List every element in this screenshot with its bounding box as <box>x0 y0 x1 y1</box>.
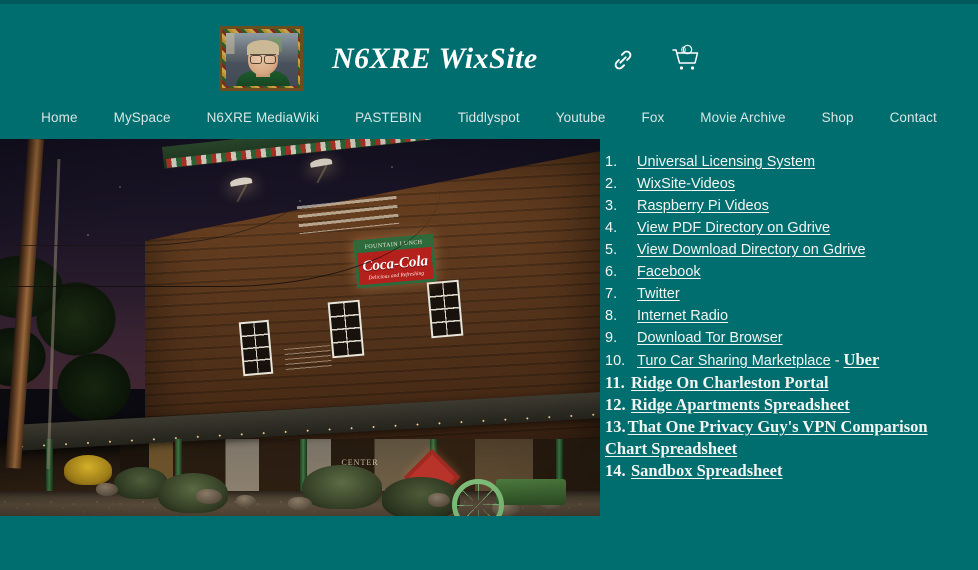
list-item: 12. Ridge Apartments Spreadsheet <box>605 394 965 416</box>
link-sandbox-spreadsheet[interactable]: Sandbox Spreadsheet <box>631 460 782 482</box>
main-content: FOUNTAIN LUNCH Coca-Cola Delicious and R… <box>0 139 978 517</box>
footer-band <box>0 517 978 570</box>
link-view-pdf-directory-on-gdrive[interactable]: View PDF Directory on Gdrive <box>637 217 830 239</box>
menu-board <box>284 345 332 371</box>
list-item-number: 5. <box>605 242 618 258</box>
link-separator: - <box>834 353 840 369</box>
list-item-number: 14. <box>605 461 626 480</box>
list-item: 1. Universal Licensing System <box>605 151 965 173</box>
rock <box>96 483 118 496</box>
site-header: N6XRE WixSite 0 <box>0 4 978 102</box>
wagon-body <box>496 479 566 505</box>
list-item: 9. Download Tor Browser <box>605 327 965 349</box>
list-item-number: 9. <box>605 330 618 346</box>
link-facebook[interactable]: Facebook <box>637 261 701 283</box>
list-item: 6. Facebook <box>605 261 965 283</box>
list-item: 8. Internet Radio <box>605 305 965 327</box>
avatar-hair <box>247 40 279 55</box>
list-item: 11. Ridge On Charleston Portal <box>605 372 965 394</box>
nav-item-shop[interactable]: Shop <box>804 103 872 133</box>
yellow-flowering-bush <box>64 455 112 485</box>
list-item: 10. Turo Car Sharing Marketplace - Uber <box>605 349 965 372</box>
list-item-number: 8. <box>605 308 618 324</box>
nav-item-myspace[interactable]: MySpace <box>96 103 189 133</box>
page-title: N6XRE WixSite <box>332 42 538 75</box>
nav-item-fox[interactable]: Fox <box>623 103 682 133</box>
list-item: 4. View PDF Directory on Gdrive <box>605 217 965 239</box>
list-item-number: 6. <box>605 264 618 280</box>
list-item-number: 7. <box>605 286 618 302</box>
link-ridge-apartments-spreadsheet[interactable]: Ridge Apartments Spreadsheet <box>631 394 850 416</box>
cart-count-badge: 0 <box>681 45 687 55</box>
link-raspberry-pi-videos[interactable]: Raspberry Pi Videos <box>637 195 769 217</box>
list-item-number: 2. <box>605 176 618 192</box>
nav-item-pastebin[interactable]: PASTEBIN <box>337 103 440 133</box>
nav-item-tiddlyspot[interactable]: Tiddlyspot <box>440 103 538 133</box>
list-item: 7. Twitter <box>605 283 965 305</box>
list-item-number: 11. <box>605 373 625 392</box>
list-item: 3. Raspberry Pi Videos <box>605 195 965 217</box>
nav-item-contact[interactable]: Contact <box>872 103 955 133</box>
nav-item-home[interactable]: Home <box>23 103 95 133</box>
list-item: 5. View Download Directory on Gdrive <box>605 239 965 261</box>
avatar-lens-right <box>264 55 276 64</box>
avatar <box>219 26 303 91</box>
avatar-photo <box>226 33 298 86</box>
nav-item-movie-archive[interactable]: Movie Archive <box>682 103 803 133</box>
page-root: N6XRE WixSite 0 Home MySpace N6XRE MediaWi… <box>0 0 978 570</box>
link-view-download-directory-on-gdrive[interactable]: View Download Directory on Gdrive <box>637 239 866 261</box>
nav-list: Home MySpace N6XRE MediaWiki PASTEBIN Tiddly… <box>23 103 955 133</box>
window <box>426 279 464 339</box>
link-twitter[interactable]: Twitter <box>637 283 680 305</box>
main-navigation: Home MySpace N6XRE MediaWiki PASTEBIN Tiddly… <box>0 103 978 133</box>
link-turo-car-sharing-marketplace[interactable]: Turo Car Sharing Marketplace <box>637 350 831 372</box>
link-internet-radio[interactable]: Internet Radio <box>637 305 728 327</box>
window <box>327 299 365 359</box>
list-item-number: 1. <box>605 154 618 170</box>
list-item: 2. WixSite-Videos <box>605 173 965 195</box>
list-item-number: 4. <box>605 220 618 236</box>
list-item: 13. That One Privacy Guy's VPN Comparison… <box>605 416 965 460</box>
list-item: 14. Sandbox Spreadsheet <box>605 460 965 482</box>
nav-item-youtube[interactable]: Youtube <box>538 103 624 133</box>
link-download-tor-browser[interactable]: Download Tor Browser <box>637 327 783 349</box>
rock <box>196 489 222 504</box>
rock <box>428 493 450 507</box>
link-that-one-privacy-guy-s-vpn-comparison-ch[interactable]: That One Privacy Guy's VPN Comparison Ch… <box>605 417 928 458</box>
rock <box>288 497 312 510</box>
hero-photo: FOUNTAIN LUNCH Coca-Cola Delicious and R… <box>0 139 600 516</box>
shrub <box>302 465 382 509</box>
link-wixsite-videos[interactable]: WixSite-Videos <box>637 173 735 195</box>
chain-link-icon[interactable] <box>610 47 636 73</box>
list-item-number: 13. <box>605 417 626 436</box>
nav-item-n6xre-mediawiki[interactable]: N6XRE MediaWiki <box>189 103 338 133</box>
avatar-glasses <box>250 54 276 64</box>
rock <box>236 495 256 507</box>
avatar-lens-left <box>250 55 262 64</box>
window <box>238 319 274 377</box>
list-item-number: 3. <box>605 198 618 214</box>
list-item-number: 10. <box>605 353 626 369</box>
link-ridge-on-charleston-portal[interactable]: Ridge On Charleston Portal <box>631 372 829 394</box>
resource-link-list: 1. Universal Licensing System 2. WixSite-Vi… <box>605 151 965 482</box>
list-item-number: 12. <box>605 395 626 414</box>
link-universal-licensing-system[interactable]: Universal Licensing System <box>637 151 815 173</box>
link-uber[interactable]: Uber <box>844 349 880 371</box>
